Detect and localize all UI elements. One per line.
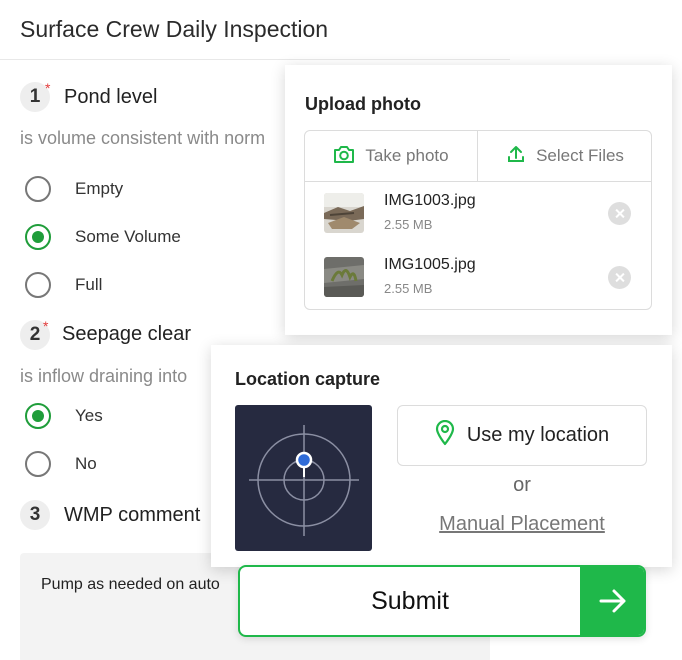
question-title: Seepage clear [62,323,191,345]
radio-label: Full [75,275,103,294]
camera-icon [333,144,355,169]
question-title: WMP comment [64,504,201,526]
radio-label: Yes [75,406,103,425]
take-photo-button[interactable]: Take photo [305,131,478,181]
file-name: IMG1003.jpg [384,192,476,209]
comment-value: Pump as needed on auto [41,576,220,593]
file-name: IMG1005.jpg [384,256,476,273]
radio-yes[interactable] [25,403,51,429]
header-divider [0,59,510,60]
take-photo-label: Take photo [365,146,449,165]
upload-title: Upload photo [305,94,421,114]
radio-label: Empty [75,179,124,198]
use-my-location-button[interactable]: Use my location [397,405,647,466]
question-description: is inflow draining into [20,366,188,386]
divider [305,181,651,182]
radio-label: No [75,454,97,473]
file-size: 2.55 MB [384,217,433,232]
file-thumbnail [324,257,364,297]
arrow-right-icon [580,567,644,635]
radio-no[interactable] [25,451,51,477]
location-map[interactable] [235,405,372,551]
remove-file-icon[interactable] [608,266,631,289]
submit-button[interactable]: Submit [238,565,646,637]
upload-icon [506,144,526,169]
crosshair-icon [249,425,359,536]
question-title: Pond level [64,86,158,108]
page-title: Surface Crew Daily Inspection [20,16,329,42]
submit-label: Submit [371,587,449,615]
required-marker: * [45,80,51,96]
upload-panel: Take photo Select Files IMG1003.jpg 2.55… [304,130,652,310]
required-marker: * [43,318,49,334]
remove-file-icon[interactable] [608,202,631,225]
select-files-button[interactable]: Select Files [478,131,652,181]
file-thumbnail [324,193,364,233]
upload-photo-card: Upload photo Take photo Select Files IMG… [285,65,672,335]
or-separator: or [513,474,531,496]
manual-placement-link[interactable]: Manual Placement [397,513,647,536]
location-capture-card: Location capture Use my location or Manu… [211,345,672,567]
question-number: 3 [20,500,50,530]
file-size: 2.55 MB [384,281,433,296]
file-item: IMG1005.jpg 2.55 MB [305,247,651,307]
radio-label: Some Volume [75,227,181,246]
radio-some-volume[interactable] [25,224,51,250]
use-my-location-label: Use my location [466,424,610,446]
file-item: IMG1003.jpg 2.55 MB [305,183,651,243]
location-title: Location capture [235,369,381,389]
select-files-label: Select Files [536,146,624,165]
question-description: is volume consistent with norm [20,128,266,148]
location-pin-icon [435,419,455,452]
radio-full[interactable] [25,272,51,298]
radio-empty[interactable] [25,176,51,202]
